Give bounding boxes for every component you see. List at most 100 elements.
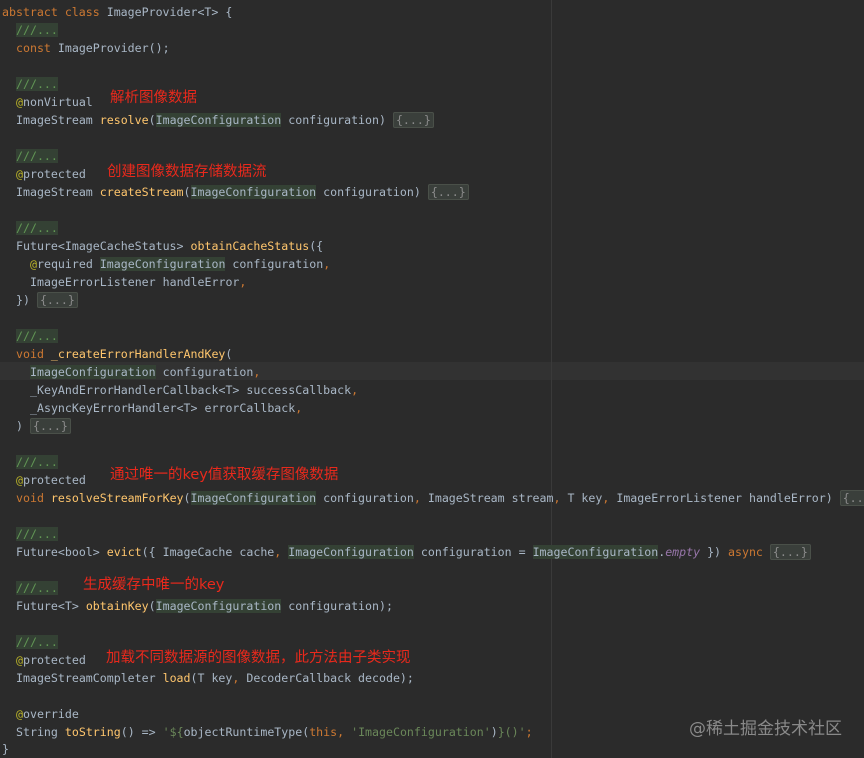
return-type: Future<T> [16,599,86,613]
keyword: async [728,545,763,559]
code-line-create-stream[interactable]: ImageStream createStream(ImageConfigurat… [16,183,469,201]
close-paren: ) [16,419,30,433]
code-line-evict[interactable]: Future<bool> evict({ ImageCache cache, I… [16,543,811,561]
code-line-load[interactable]: ImageStreamCompleter load(T key, Decoder… [16,669,414,687]
code-line-param-handle-error[interactable]: ImageErrorListener handleError, [30,273,246,291]
type-highlight: ImageConfiguration [30,365,156,379]
parameter: configuration) [316,185,428,199]
method-name: load [162,671,191,685]
code-line-param-error-callback[interactable]: _AsyncKeyErrorHandler<T> errorCallback, [30,399,302,417]
type-highlight: ImageConfiguration [99,257,226,271]
code-line-doc-comment[interactable]: ///... [16,525,58,543]
code-line-param-configuration[interactable]: ImageConfiguration configuration, [30,363,260,381]
code-line-doc-comment[interactable]: ///... [16,75,58,93]
doc-comment-fold[interactable]: ///... [16,329,58,343]
paren: ( [183,491,191,505]
code-line-annotation[interactable]: @override [16,705,79,723]
doc-comment-fold[interactable]: ///... [16,221,58,235]
close-paren: ) [490,725,498,739]
parameter: DecoderCallback decode); [239,671,414,685]
parameter: configuration) [281,113,393,127]
parameter: ImageErrorListener handleError) [609,491,840,505]
return-type: ImageStream [16,185,100,199]
paren: ( [148,113,156,127]
doc-comment-fold[interactable]: ///... [16,77,58,91]
annotation-name: nonVirtual [22,95,93,109]
keyword: const [16,41,51,55]
code-line-close[interactable]: ) {...} [16,417,71,435]
code-line-doc-comment[interactable]: ///... [16,453,58,471]
parameter: configuration = [413,545,533,559]
fold-body[interactable]: {...} [839,490,864,506]
code-line-close[interactable]: }) {...} [16,291,78,309]
type-highlight: ImageConfiguration [190,491,317,505]
parameter: configuration [225,257,324,271]
method-name: obtainKey [85,599,149,613]
fold-body[interactable]: {...} [36,292,78,308]
return-type: Future<ImageCacheStatus> [16,239,191,253]
doc-comment-fold[interactable]: ///... [16,635,58,649]
code-line-resolve-stream-for-key[interactable]: void resolveStreamForKey(ImageConfigurat… [16,489,864,507]
parameter: ImageErrorListener handleError [30,275,240,289]
doc-comment-fold[interactable]: ///... [16,23,58,37]
code-line-annotation[interactable]: @nonVirtual [16,93,93,111]
code-line-class-declaration[interactable]: abstract class ImageProvider<T> { [2,3,232,21]
annotation-at: @ [16,95,23,109]
fold-body[interactable]: {...} [392,112,434,128]
right-margin-guide [551,0,552,758]
type-highlight: ImageConfiguration [155,113,282,127]
annotation-create-stream: 创建图像数据存储数据流 [107,164,267,180]
annotation-name: protected [22,167,86,181]
code-line-param-success-callback[interactable]: _KeyAndErrorHandlerCallback<T> successCa… [30,381,358,399]
code-line-doc-comment[interactable]: ///... [16,327,58,345]
string: }()' [497,725,526,739]
comma: , [351,383,359,397]
doc-comment-fold[interactable]: ///... [16,455,58,469]
annotation-resolve: 解析图像数据 [110,90,197,106]
parameter: configuration [155,365,254,379]
class-name: ImageProvider<T> { [99,5,233,19]
watermark: @稀土掘金技术社区 [689,719,842,739]
keyword: void [16,491,44,505]
parameter: ({ ImageCache cache [141,545,275,559]
method-name: createStream [99,185,184,199]
code-line-create-error-handler[interactable]: void _createErrorHandlerAndKey( [16,345,232,363]
code-line-obtain-key[interactable]: Future<T> obtainKey(ImageConfiguration c… [16,597,393,615]
type-highlight: ImageConfiguration [288,545,414,559]
method-name: obtainCacheStatus [190,239,310,253]
code-line-annotation[interactable]: @protected [16,471,86,489]
code-line-resolve[interactable]: ImageStream resolve(ImageConfiguration c… [16,111,434,129]
code-line-doc-comment[interactable]: ///... [16,21,58,39]
code-editor[interactable]: abstract class ImageProvider<T> { ///...… [0,0,864,758]
code-line-constructor[interactable]: const ImageProvider(); [16,39,170,57]
fold-body[interactable]: {...} [29,418,71,434]
keyword: this [309,725,338,739]
semicolon: ; [525,725,533,739]
close-brace: } [2,742,9,756]
code-line-annotation[interactable]: @protected [16,165,86,183]
doc-comment-fold[interactable]: ///... [16,527,58,541]
annotation-name: required [36,257,93,271]
code-line-doc-comment[interactable]: ///... [16,147,58,165]
parameter: (T key [190,671,233,685]
fold-body[interactable]: {...} [427,184,469,200]
code-line-param-required[interactable]: @required ImageConfiguration configurati… [30,255,330,273]
code-line-obtain-cache-status[interactable]: Future<ImageCacheStatus> obtainCacheStat… [16,237,323,255]
parameter: configuration [316,491,414,505]
code-line-class-close[interactable]: } [2,740,9,758]
doc-comment-fold[interactable]: ///... [16,581,58,595]
parameter: _KeyAndErrorHandlerCallback<T> successCa… [30,383,352,397]
paren: ({ [309,239,324,253]
close-paren: }) [16,293,37,307]
code-line-to-string[interactable]: String toString() => '${objectRuntimeTyp… [16,723,533,741]
annotation-at: @ [16,473,23,487]
code-line-doc-comment[interactable]: ///... [16,219,58,237]
code-line-doc-comment[interactable]: ///... [16,579,58,597]
doc-comment-fold[interactable]: ///... [16,149,58,163]
code-line-doc-comment[interactable]: ///... [16,633,58,651]
code-line-annotation[interactable]: @protected [16,651,86,669]
parameter: _AsyncKeyErrorHandler<T> errorCallback [30,401,296,415]
fold-body[interactable]: {...} [769,544,811,560]
